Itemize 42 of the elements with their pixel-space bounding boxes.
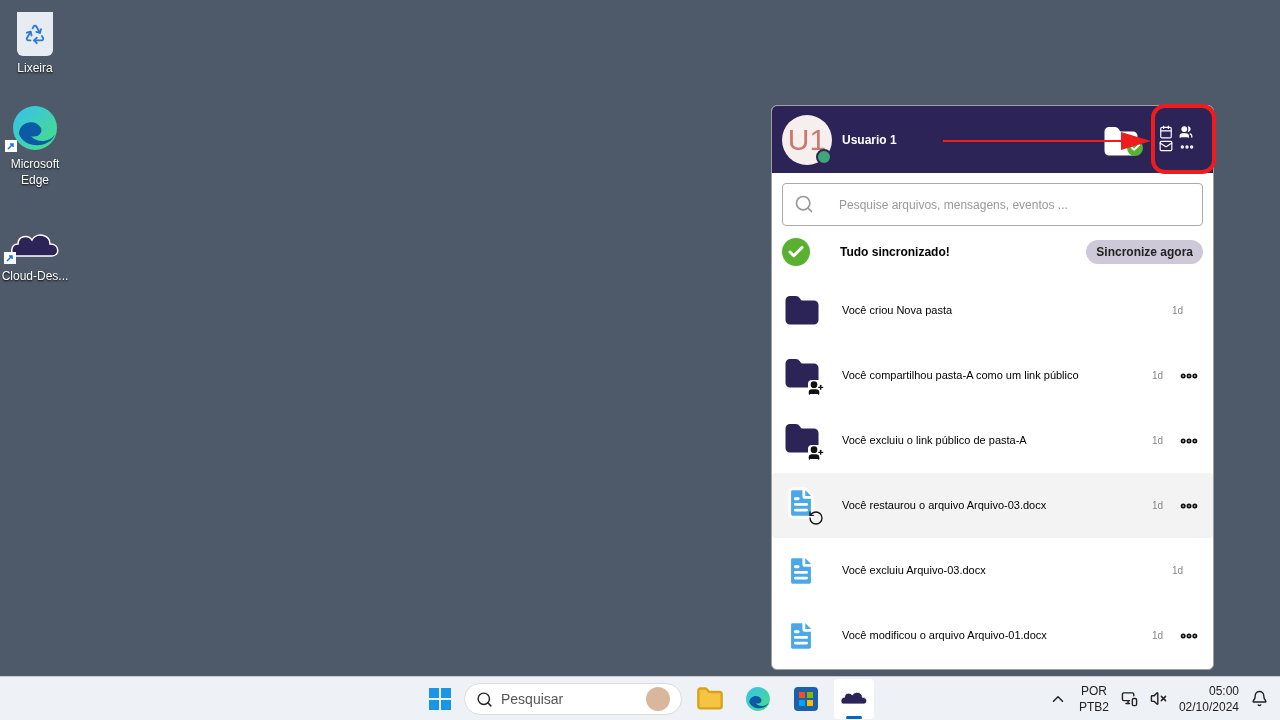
activity-age: 1d	[1151, 499, 1163, 513]
activity-text: Você excluiu o link público de pasta-A	[842, 433, 1027, 449]
highlight-frame	[1151, 104, 1216, 174]
activity-text: Você modificou o arquivo Arquivo-01.docx	[842, 628, 1047, 644]
activity-age: 1d	[1151, 434, 1163, 448]
edge-icon	[745, 685, 771, 712]
activity-item[interactable]: Você restaurou o arquivo Arquivo-03.docx 1d	[772, 473, 1213, 538]
sync-status: Tudo sincronizado!	[840, 244, 950, 261]
activity-text: Você restaurou o arquivo Arquivo-03.docx	[842, 498, 1047, 514]
keyboard-layout[interactable]: PTB2	[1078, 698, 1109, 715]
network-icon[interactable]	[1120, 690, 1138, 707]
store-icon	[794, 686, 818, 711]
recycle-bin-icon	[17, 12, 53, 56]
activity-age: 1d	[1151, 629, 1163, 643]
taskbar-search-field[interactable]: Pesquisar	[464, 682, 682, 715]
language-code[interactable]: POR	[1080, 682, 1107, 699]
search-icon	[476, 690, 493, 708]
activity-age: 1d	[1171, 304, 1183, 318]
clock-date[interactable]: 02/10/2024	[1178, 698, 1239, 715]
taskbar-app-button[interactable]	[834, 678, 874, 719]
desktop-icon-label[interactable]: Cloud-Des...	[1, 268, 69, 284]
calendar-icon[interactable]	[1159, 124, 1173, 139]
speaker-muted-icon[interactable]	[1149, 690, 1167, 707]
mail-icon[interactable]	[1159, 138, 1173, 153]
activity-text: Você criou Nova pasta	[842, 303, 953, 319]
search-icon	[794, 194, 814, 214]
contacts-icon[interactable]	[1179, 124, 1193, 139]
notification-icon[interactable]	[1251, 690, 1268, 707]
clock-time[interactable]: 05:00	[1208, 682, 1239, 699]
avatar-initials: U1	[787, 122, 827, 158]
activity-text: Você excluiu Arquivo-03.docx	[842, 563, 986, 579]
sync-now-button[interactable]: Sincronize agora	[1086, 240, 1203, 264]
activity-age: 1d	[1151, 369, 1163, 383]
activity-text: Você compartilhou pasta-A como um link público	[842, 368, 1079, 384]
synced-check-icon	[782, 238, 810, 266]
edge-icon	[11, 104, 59, 152]
desktop-icon-label[interactable]: Microsoft Edge	[0, 156, 70, 188]
user-name: Usuario 1	[842, 131, 897, 149]
activity-age: 1d	[1171, 564, 1183, 578]
search-field[interactable]: Pesquise arquivos, mensagens, eventos ...	[782, 183, 1203, 226]
folder-icon	[696, 684, 724, 713]
desktop-icon-label[interactable]: Lixeira	[17, 60, 53, 76]
